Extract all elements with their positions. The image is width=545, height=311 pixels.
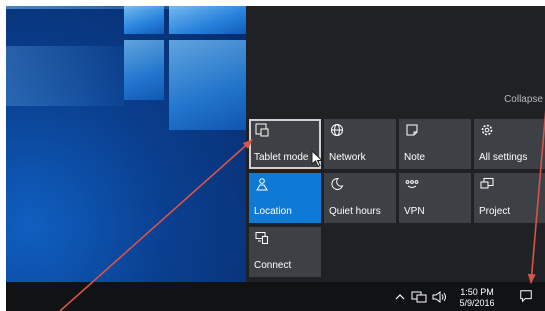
tile-label: All settings [479,152,528,163]
project-icon [480,178,494,189]
windows-logo-pane [169,6,246,34]
connect-icon [255,232,268,244]
tile-label: Quiet hours [329,206,381,217]
tile-quiet-hours[interactable]: Quiet hours [324,173,396,223]
note-icon [406,124,418,136]
taskbar-clock[interactable]: 1:50 PM 5/9/2016 [457,287,497,309]
tile-all-settings[interactable]: All settings [474,119,545,169]
gear-icon [481,124,493,136]
windows-logo-pane [124,6,164,34]
windows-logo-pane [124,40,164,100]
tile-label: Tablet mode [254,152,309,163]
tile-label: VPN [404,206,425,217]
moon-icon [331,177,344,190]
tile-note[interactable]: Note [399,119,471,169]
tile-label: Connect [254,260,292,271]
tile-label: Location [254,206,292,217]
tile-connect[interactable]: Connect [249,227,321,277]
network-icon[interactable] [411,290,427,304]
tile-label: Network [329,152,366,163]
tablet-mode-icon [255,123,269,137]
desktop-wallpaper [6,6,246,282]
taskbar: 1:50 PM 5/9/2016 [6,282,545,311]
action-center-panel: Collapse Tablet mode Network Note All se… [246,6,545,282]
tile-network[interactable]: Network [324,119,396,169]
collapse-link[interactable]: Collapse [504,94,543,105]
clock-time: 1:50 PM [460,287,494,297]
screenshot-frame: Collapse Tablet mode Network Note All se… [6,6,545,311]
tile-vpn[interactable]: VPN [399,173,471,223]
tile-project[interactable]: Project [474,173,545,223]
location-icon [256,178,268,191]
clock-date: 5/9/2016 [459,298,495,308]
chevron-up-icon[interactable] [394,290,406,304]
mouse-cursor-icon [311,150,323,168]
globe-icon [331,124,343,136]
windows-logo-pane [169,40,246,130]
volume-icon[interactable] [431,290,449,304]
vpn-icon [405,180,419,188]
action-center-icon[interactable] [518,289,534,303]
tile-label: Project [479,206,511,217]
tile-label: Note [404,152,426,163]
tile-location[interactable]: Location [249,173,321,223]
